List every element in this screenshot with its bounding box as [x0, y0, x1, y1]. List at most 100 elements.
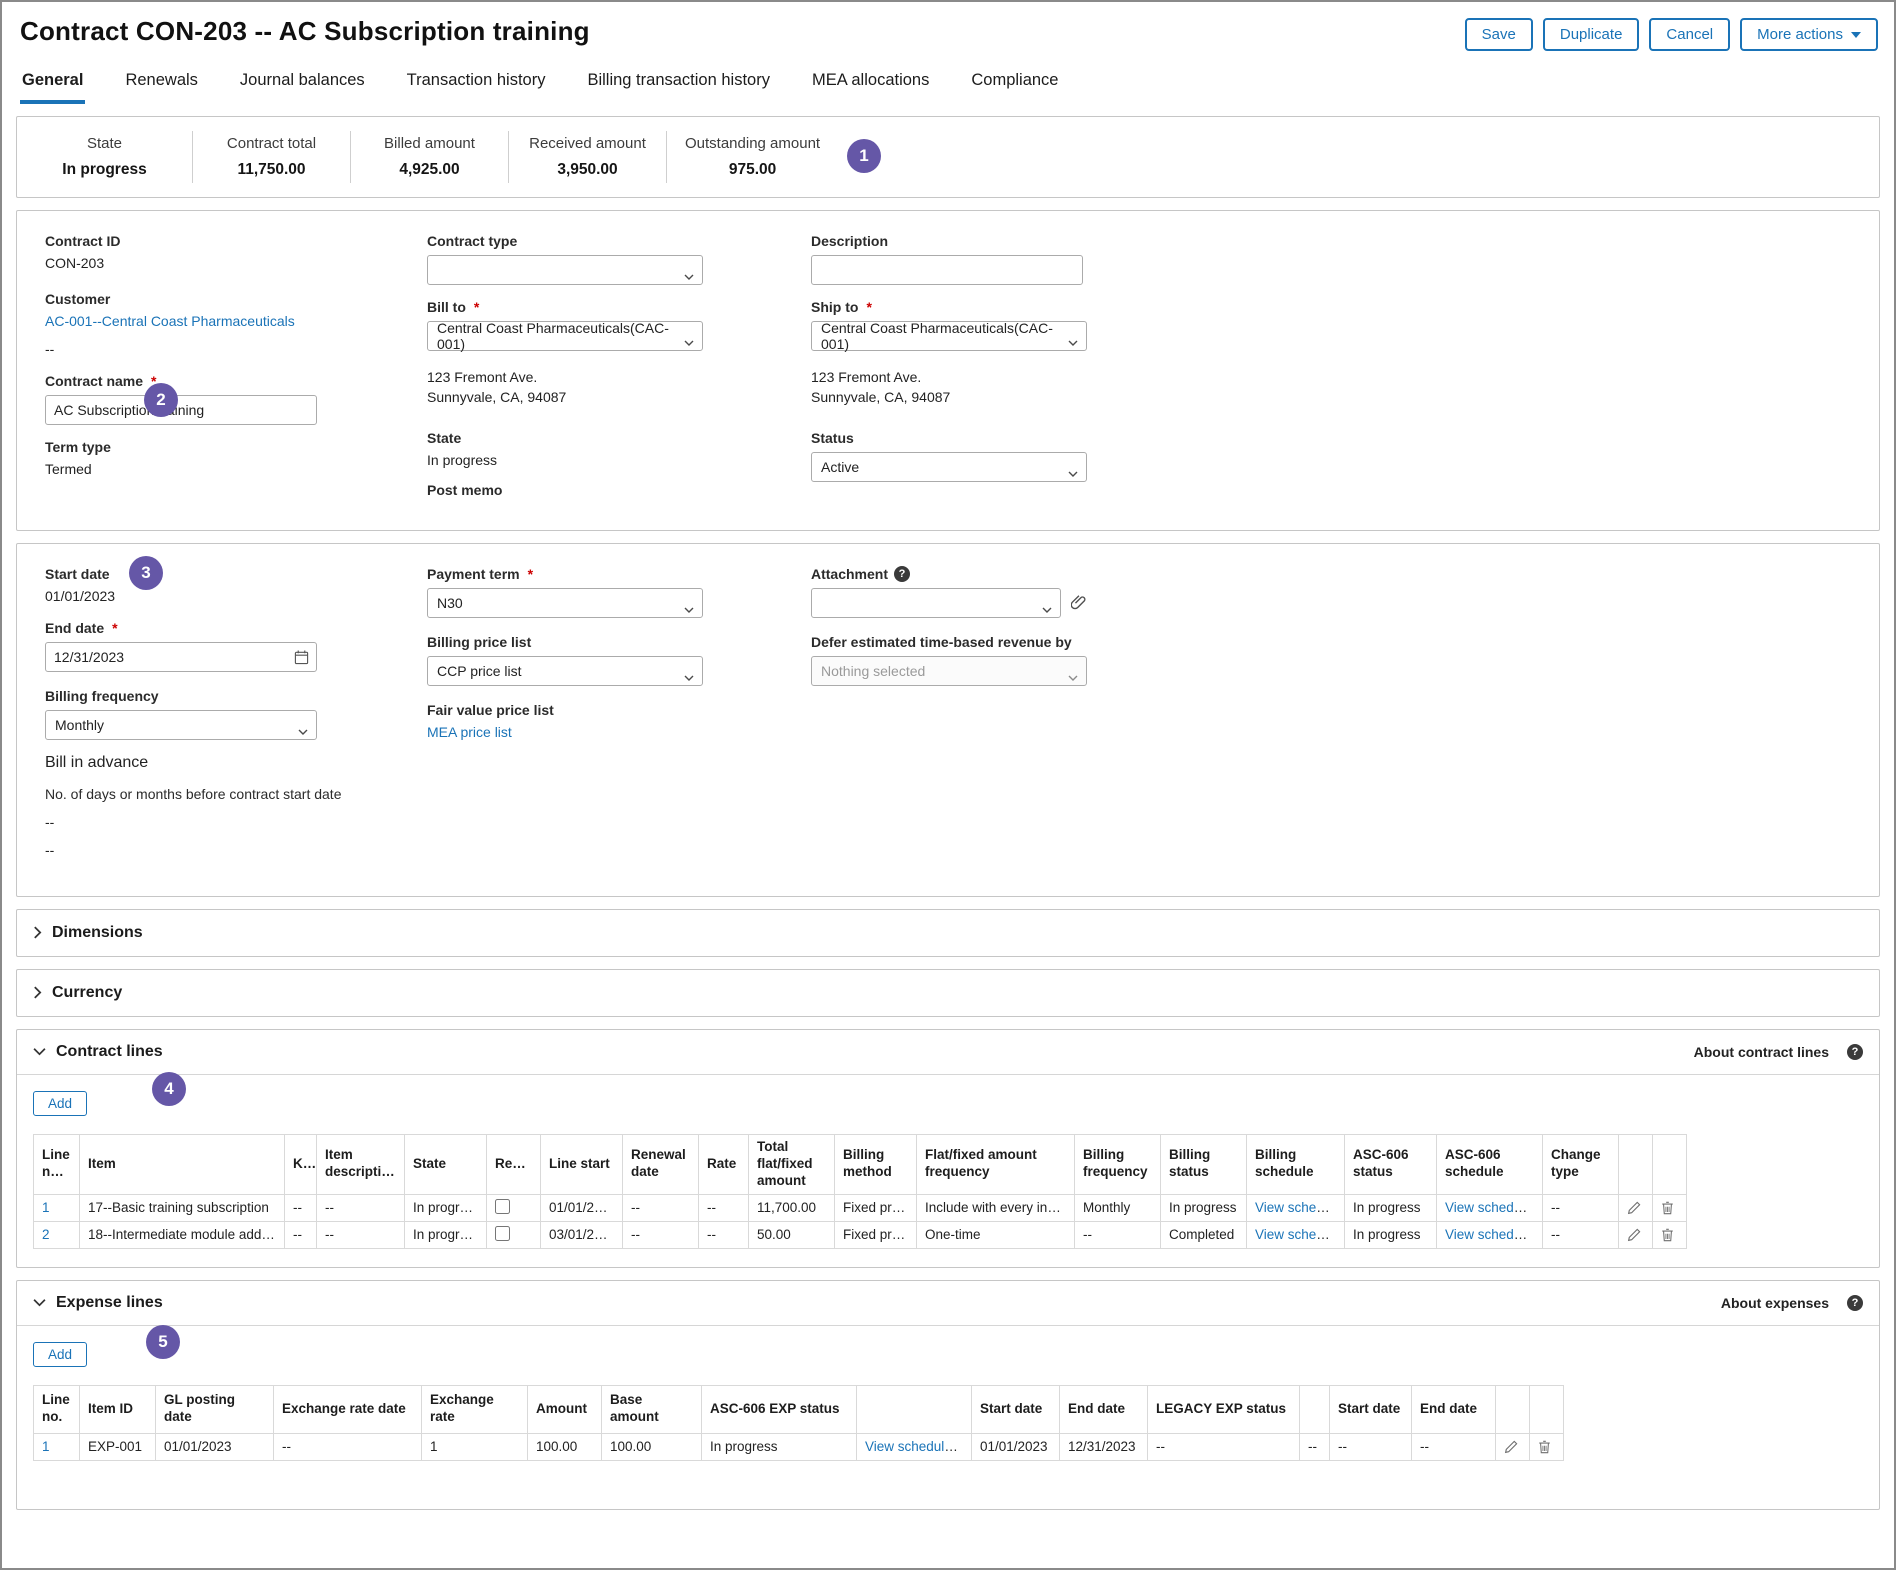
tab-billing-transaction-history[interactable]: Billing transaction history	[585, 65, 772, 104]
col-billing-schedule[interactable]: Billing schedule	[1247, 1134, 1345, 1194]
view-billing-schedule-link[interactable]: View schedule	[1255, 1200, 1342, 1215]
payment-term-select[interactable]: N30	[427, 588, 703, 618]
col-line-no[interactable]: Line no.	[34, 1385, 80, 1433]
trash-icon[interactable]	[1661, 1200, 1674, 1215]
col-change-type[interactable]: Change type	[1543, 1134, 1619, 1194]
save-button[interactable]: Save	[1465, 18, 1533, 51]
col-flat-fixed-frequency[interactable]: Flat/fixed amount frequency	[917, 1134, 1075, 1194]
chevron-down-icon[interactable]	[33, 1043, 46, 1061]
tab-transaction-history[interactable]: Transaction history	[405, 65, 548, 104]
fair-value-price-list-link[interactable]: MEA price list	[427, 724, 512, 740]
edit-icon[interactable]	[1627, 1200, 1641, 1215]
col-item-id[interactable]: Item ID	[80, 1385, 156, 1433]
line-no-link[interactable]: 2	[42, 1227, 50, 1242]
more-actions-button[interactable]: More actions	[1740, 18, 1878, 51]
trash-icon[interactable]	[1538, 1439, 1551, 1454]
asc606-schedule-cell: View schedule 1	[1437, 1221, 1543, 1248]
calendar-icon[interactable]	[294, 649, 309, 667]
help-icon[interactable]: ?	[1847, 1295, 1863, 1311]
edit-icon[interactable]	[1627, 1227, 1641, 1242]
help-icon[interactable]: ?	[894, 566, 910, 582]
col-exchange-rate[interactable]: Exchange rate	[422, 1385, 528, 1433]
total-flat-fixed-cell: 50.00	[749, 1221, 835, 1248]
line-no-link[interactable]: 1	[42, 1439, 50, 1454]
col-renew[interactable]: Renew	[487, 1134, 541, 1194]
col-item[interactable]: Item	[80, 1134, 285, 1194]
col-edit	[1496, 1385, 1530, 1433]
end-date-input[interactable]	[45, 642, 317, 672]
col-item-description[interactable]: Item description	[317, 1134, 405, 1194]
col-renewal-date[interactable]: Renewal date	[623, 1134, 699, 1194]
asc606-exp-status-cell: In progress	[702, 1433, 857, 1460]
chevron-down-icon[interactable]	[33, 1294, 46, 1312]
billing-frequency-select[interactable]: Monthly	[45, 710, 317, 740]
tab-compliance[interactable]: Compliance	[969, 65, 1060, 104]
col-exchange-rate-date[interactable]: Exchange rate date	[274, 1385, 422, 1433]
paperclip-icon[interactable]	[1071, 594, 1088, 612]
tab-general[interactable]: General	[20, 65, 85, 104]
col-billing-frequency[interactable]: Billing frequency	[1075, 1134, 1161, 1194]
status-select[interactable]: Active	[811, 452, 1087, 482]
required-indicator: *	[474, 299, 479, 315]
cancel-button[interactable]: Cancel	[1649, 18, 1730, 51]
add-expense-line-button[interactable]: Add	[33, 1342, 87, 1367]
col-rate[interactable]: Rate	[699, 1134, 749, 1194]
col-base-amount[interactable]: Base amount	[602, 1385, 702, 1433]
col-asc606-status[interactable]: ASC-606 status	[1345, 1134, 1437, 1194]
view-asc606-schedule-link[interactable]: View schedule 1	[1445, 1227, 1543, 1242]
renew-checkbox[interactable]	[495, 1226, 510, 1241]
contract-line-row: 2 18--Intermediate module add-on -- -- I…	[34, 1221, 1687, 1248]
currency-section[interactable]: Currency	[16, 969, 1880, 1017]
col-legacy-end-date[interactable]: End date	[1412, 1385, 1496, 1433]
view-exp-schedule-link[interactable]: View schedule 1	[865, 1439, 963, 1454]
duplicate-button[interactable]: Duplicate	[1543, 18, 1640, 51]
help-icon[interactable]: ?	[1847, 1044, 1863, 1060]
col-legacy-start-date[interactable]: Start date	[1330, 1385, 1412, 1433]
description-input[interactable]	[811, 255, 1083, 285]
billing-col-2: Payment term* N30 Billing price list CCP…	[427, 566, 811, 870]
tab-journal-balances[interactable]: Journal balances	[238, 65, 367, 104]
col-state[interactable]: State	[405, 1134, 487, 1194]
trash-icon[interactable]	[1661, 1227, 1674, 1242]
dimensions-section[interactable]: Dimensions	[16, 909, 1880, 957]
ship-to-select[interactable]: Central Coast Pharmaceuticals(CAC-001)	[811, 321, 1087, 351]
state-cell: In progress	[405, 1221, 487, 1248]
tab-mea-allocations[interactable]: MEA allocations	[810, 65, 931, 104]
col-billing-status[interactable]: Billing status	[1161, 1134, 1247, 1194]
col-line-start[interactable]: Line start	[541, 1134, 623, 1194]
stat-value: 11,750.00	[211, 161, 332, 179]
summary-panel: State In progress Contract total 11,750.…	[16, 116, 1880, 198]
add-contract-line-button[interactable]: Add	[33, 1091, 87, 1116]
attachment-select[interactable]	[811, 588, 1061, 618]
stat-value: 975.00	[685, 161, 820, 179]
contract-lines-title: Contract lines	[56, 1043, 163, 1061]
col-end-date[interactable]: End date	[1060, 1385, 1148, 1433]
col-legacy-exp-status[interactable]: LEGACY EXP status	[1148, 1385, 1300, 1433]
col-kit[interactable]: Kit	[285, 1134, 317, 1194]
stat-label: Outstanding amount	[685, 135, 820, 152]
col-billing-method[interactable]: Billing method	[835, 1134, 917, 1194]
view-billing-schedule-link[interactable]: View schedule	[1255, 1227, 1342, 1242]
billing-price-list-select[interactable]: CCP price list	[427, 656, 703, 686]
chevron-right-icon	[33, 924, 42, 942]
page-header: Contract CON-203 -- AC Subscription trai…	[2, 2, 1894, 57]
col-amount[interactable]: Amount	[528, 1385, 602, 1433]
tab-renewals[interactable]: Renewals	[123, 65, 199, 104]
edit-icon[interactable]	[1504, 1439, 1518, 1454]
col-gl-posting-date[interactable]: GL posting date	[156, 1385, 274, 1433]
col-line-no[interactable]: Line no.▲	[34, 1134, 80, 1194]
col-asc606-schedule[interactable]: ASC-606 schedule	[1437, 1134, 1543, 1194]
contract-name-input[interactable]	[45, 395, 317, 425]
col-total-flat-fixed[interactable]: Total flat/fixed amount	[749, 1134, 835, 1194]
line-no-link[interactable]: 1	[42, 1200, 50, 1215]
col-start-date[interactable]: Start date	[972, 1385, 1060, 1433]
renewal-date-cell: --	[623, 1194, 699, 1221]
customer-link[interactable]: AC-001--Central Coast Pharmaceuticals	[45, 313, 295, 329]
renew-checkbox[interactable]	[495, 1199, 510, 1214]
col-asc606-exp-status[interactable]: ASC-606 EXP status	[702, 1385, 857, 1433]
view-asc606-schedule-link[interactable]: View schedule 1	[1445, 1200, 1543, 1215]
contract-type-select[interactable]	[427, 255, 703, 285]
bill-to-select[interactable]: Central Coast Pharmaceuticals(CAC-001)	[427, 321, 703, 351]
defer-revenue-select[interactable]: Nothing selected	[811, 656, 1087, 686]
renew-cell	[487, 1221, 541, 1248]
